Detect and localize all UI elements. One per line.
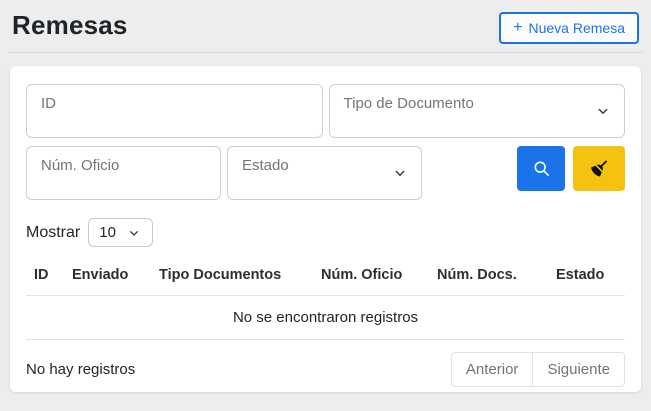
estado-label: Estado xyxy=(242,157,289,174)
filter-actions xyxy=(517,146,625,200)
column-header-id: ID xyxy=(34,267,72,283)
records-status-text: No hay registros xyxy=(26,361,135,378)
page-title: Remesas xyxy=(12,10,128,41)
page-header: Remesas + Nueva Remesa xyxy=(0,0,651,52)
list-controls: Mostrar 10 xyxy=(26,218,625,247)
estado-select[interactable]: Estado xyxy=(227,146,422,200)
tipo-documento-label: Tipo de Documento xyxy=(344,95,474,112)
page-size-select[interactable]: 10 xyxy=(88,218,153,247)
chevron-down-icon xyxy=(126,225,142,241)
column-header-num-oficio: Núm. Oficio xyxy=(321,267,437,283)
chevron-down-icon xyxy=(594,102,612,120)
plus-icon: + xyxy=(513,20,522,36)
search-icon xyxy=(531,158,552,179)
id-input[interactable] xyxy=(27,85,322,137)
id-field-wrapper xyxy=(26,84,323,138)
previous-page-button[interactable]: Anterior xyxy=(451,352,533,387)
show-label: Mostrar xyxy=(26,224,80,242)
remesas-card: Tipo de Documento Estado xyxy=(10,66,641,392)
pagination: Anterior Siguiente xyxy=(451,352,625,387)
column-header-estado: Estado xyxy=(556,267,625,283)
num-oficio-input[interactable] xyxy=(27,147,220,199)
broom-icon xyxy=(589,158,610,179)
clear-filters-button[interactable] xyxy=(573,146,625,191)
num-oficio-field-wrapper xyxy=(26,146,221,200)
table-empty-message: No se encontraron registros xyxy=(26,296,625,340)
new-remesa-button-label: Nueva Remesa xyxy=(529,20,626,36)
new-remesa-button[interactable]: + Nueva Remesa xyxy=(499,12,639,44)
table-header-row: ID Enviado Tipo Documentos Núm. Oficio N… xyxy=(26,263,625,296)
column-header-num-docs: Núm. Docs. xyxy=(437,267,556,283)
search-button[interactable] xyxy=(517,146,565,191)
next-page-button[interactable]: Siguiente xyxy=(532,352,625,387)
chevron-down-icon xyxy=(391,164,409,182)
remesas-table: ID Enviado Tipo Documentos Núm. Oficio N… xyxy=(26,263,625,340)
column-header-enviado: Enviado xyxy=(72,267,159,283)
page-size-value: 10 xyxy=(99,224,116,241)
table-footer: No hay registros Anterior Siguiente xyxy=(26,352,625,387)
header-divider xyxy=(8,52,643,53)
tipo-documento-select[interactable]: Tipo de Documento xyxy=(329,84,626,138)
column-header-tipo-documentos: Tipo Documentos xyxy=(159,267,321,283)
filter-row-2: Estado xyxy=(26,146,625,200)
filter-row-1: Tipo de Documento xyxy=(26,84,625,138)
